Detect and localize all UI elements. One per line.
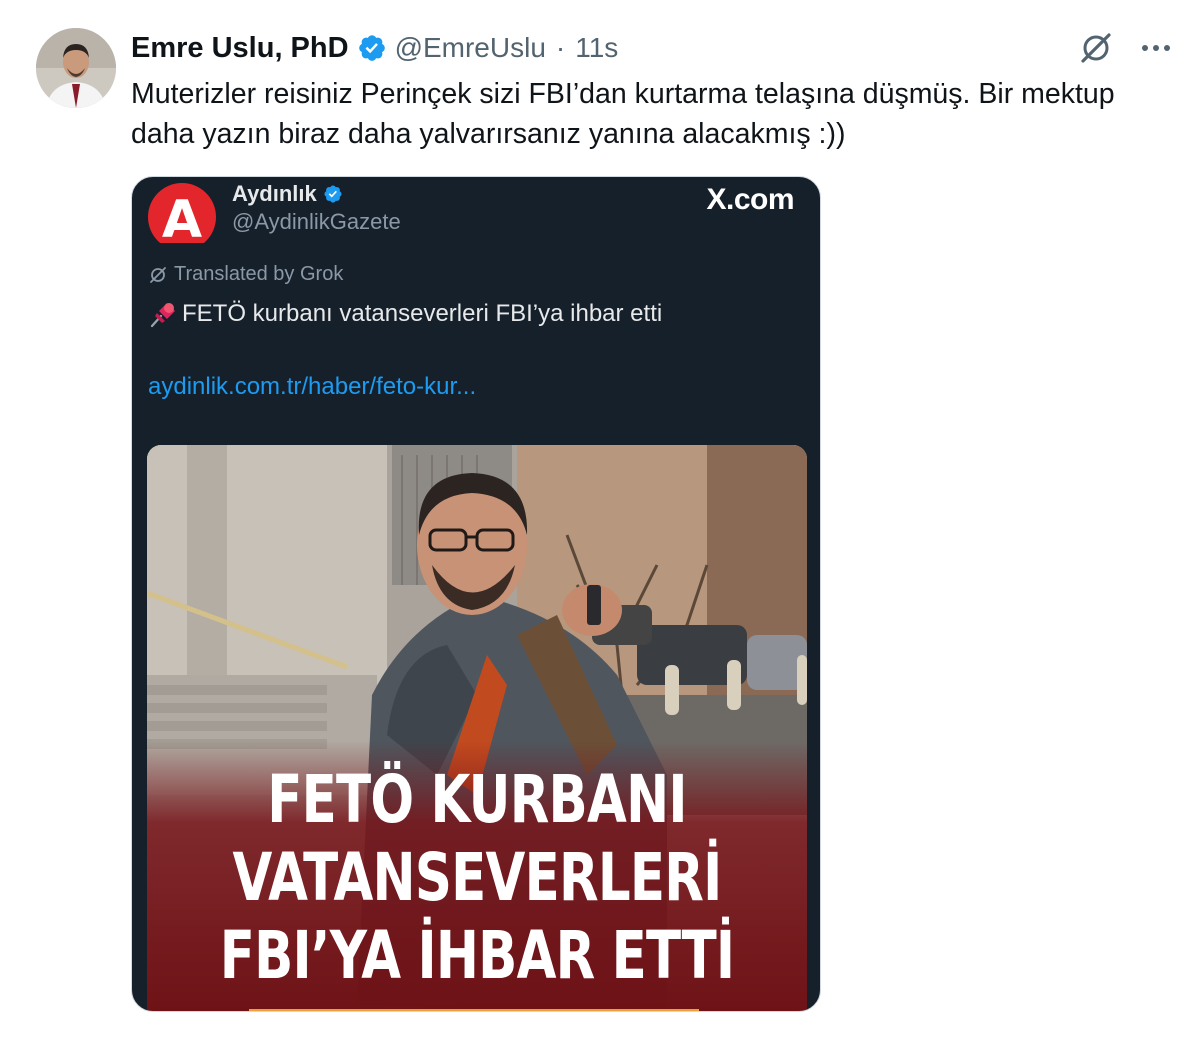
embedded-headline-text: FETÖ kurbanı vatanseverleri FBI’ya ihbar… (182, 300, 663, 327)
embedded-account-handle: @AydinlikGazete (232, 209, 401, 234)
tweet[interactable]: Emre Uslu, PhD @EmreUslu · 11s Muterizle… (0, 0, 1200, 1038)
verified-badge-icon (358, 35, 385, 61)
author-name[interactable]: Emre Uslu, PhD (131, 32, 349, 65)
logo-letter: A (162, 190, 202, 243)
xcom-watermark: X.com (706, 183, 794, 216)
embedded-account-name-text: Aydınlık (232, 181, 317, 206)
header-actions (1076, 28, 1176, 68)
embedded-verified-icon (324, 185, 342, 203)
tweet-header: Emre Uslu, PhD @EmreUslu · 11s (131, 28, 618, 68)
embedded-headline: FETÖ kurbanı vatanseverleri FBI’ya ihbar… (148, 299, 662, 329)
more-icon[interactable] (1136, 28, 1176, 68)
translated-label-text: Translated by Grok (174, 263, 344, 285)
tweet-media-image[interactable]: A Aydınlık @AydinlikGazete X.com Transla… (131, 176, 821, 1012)
timestamp[interactable]: 11s (575, 32, 618, 64)
tweet-text: Muterizler reisiniz Perinçek sizi FBI’da… (131, 78, 1115, 150)
pushpin-icon (150, 303, 175, 328)
grok-small-icon (150, 266, 166, 283)
accent-strip (249, 1009, 699, 1011)
aydinlik-logo-icon: A (148, 183, 216, 243)
photo-caption-line: FBI’YA İHBAR ETTİ (219, 917, 735, 994)
news-photo: FETÖ KURBANI VATANSEVERLERİ FBI’YA İHBAR… (147, 445, 807, 1011)
author-handle[interactable]: @EmreUslu (395, 32, 546, 64)
embedded-account-name: Aydınlık (232, 181, 343, 207)
photo-caption: FETÖ KURBANI VATANSEVERLERİ FBI’YA İHBAR… (220, 761, 735, 995)
photo-caption-line: VATANSEVERLERİ (232, 839, 723, 916)
photo-caption-line: FETÖ KURBANI (267, 761, 687, 838)
translated-label: Translated by Grok (148, 263, 343, 286)
grok-icon[interactable] (1076, 28, 1116, 68)
embedded-article-link: aydinlik.com.tr/haber/feto-kur... (148, 373, 477, 400)
avatar[interactable] (36, 28, 116, 108)
separator-dot: · (555, 32, 566, 63)
